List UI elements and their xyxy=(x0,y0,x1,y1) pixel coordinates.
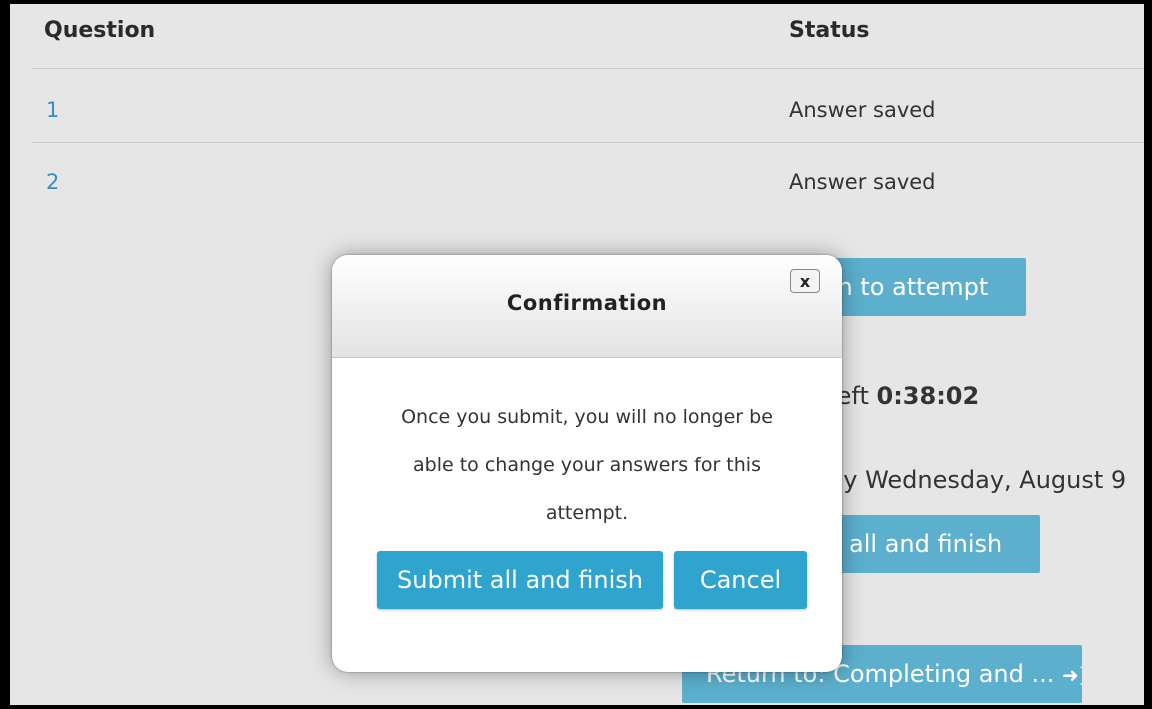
screen-frame: Question Status 1 Answer saved 2 Answer … xyxy=(10,4,1144,705)
dialog-title: Confirmation xyxy=(506,291,668,315)
dialog-message: Once you submit, you will no longer be a… xyxy=(332,393,842,537)
dialog-header: Confirmation xyxy=(332,255,842,358)
message-line: Once you submit, you will no longer be xyxy=(401,406,773,428)
message-line: attempt. xyxy=(545,502,629,524)
modal-overlay: Confirmation Once you submit, you will n… xyxy=(10,4,1144,705)
confirmation-dialog: Confirmation Once you submit, you will n… xyxy=(332,255,842,672)
submit-all-and-finish-button[interactable]: Submit all and finish xyxy=(377,551,663,609)
close-icon[interactable]: x xyxy=(790,269,820,293)
message-line: able to change your answers for this xyxy=(413,454,761,476)
cancel-button[interactable]: Cancel xyxy=(674,551,807,609)
